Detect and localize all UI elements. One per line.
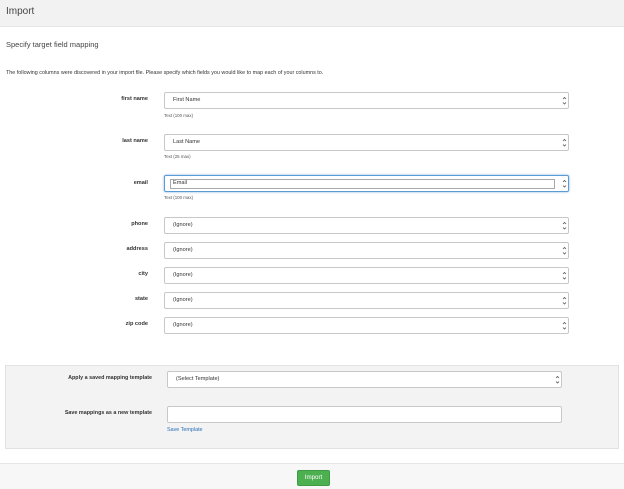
selected-value: (Ignore)	[173, 222, 193, 228]
selected-value: (Ignore)	[173, 297, 193, 303]
field-label-last-name: last name	[122, 138, 148, 144]
chevron-down-icon	[561, 319, 567, 332]
page-title: Import	[6, 6, 35, 17]
field-hint-email: Text (100 max)	[164, 195, 194, 200]
chevron-down-icon	[561, 94, 567, 107]
chevron-down-icon	[561, 269, 567, 282]
selected-value: Last Name	[173, 139, 201, 145]
field-label-state: state	[134, 296, 148, 302]
select-inner-box	[170, 179, 555, 189]
selected-value: (Ignore)	[173, 322, 193, 328]
chevron-down-icon	[561, 244, 567, 257]
chevron-down-icon	[561, 136, 567, 149]
chevron-down-icon	[561, 294, 567, 307]
field-label-email: email	[133, 180, 148, 186]
chevron-down-icon	[561, 177, 567, 190]
selected-value: Email	[173, 180, 187, 186]
selected-value: (Ignore)	[173, 272, 193, 278]
mapping-select-email[interactable]: Email	[164, 175, 569, 192]
field-label-first-name: first name	[121, 96, 148, 102]
save-template-link[interactable]: Save Template	[167, 427, 203, 433]
selected-value: (Ignore)	[173, 247, 193, 253]
field-label-address: address	[126, 246, 148, 252]
mapping-select-city[interactable]: (Ignore)	[164, 267, 569, 284]
page-header: Import	[0, 0, 624, 27]
import-button[interactable]: Import	[297, 470, 330, 486]
field-label-city: city	[138, 271, 148, 277]
field-hint-last-name: Text (25 max)	[164, 154, 191, 159]
mapping-select-first-name[interactable]: First Name	[164, 92, 569, 109]
mapping-select-phone[interactable]: (Ignore)	[164, 217, 569, 234]
apply-template-label: Apply a saved mapping template	[68, 375, 152, 381]
selected-value: First Name	[173, 97, 201, 103]
intro-text: The following columns were discovered in…	[6, 70, 324, 76]
chevron-down-icon	[561, 219, 567, 232]
chevron-down-icon	[554, 373, 560, 386]
field-label-phone: phone	[131, 221, 148, 227]
section-title: Specify target field mapping	[6, 40, 99, 49]
template-select[interactable]: (Select Template)	[167, 371, 562, 388]
selected-value: (Select Template)	[176, 376, 220, 382]
field-label-zip-code: zip code	[125, 321, 148, 327]
mapping-select-zip-code[interactable]: (Ignore)	[164, 317, 569, 334]
mapping-select-last-name[interactable]: Last Name	[164, 134, 569, 151]
template-name-input[interactable]	[167, 406, 562, 423]
mapping-select-address[interactable]: (Ignore)	[164, 242, 569, 259]
field-hint-first-name: Text (100 max)	[164, 113, 194, 118]
mapping-select-state[interactable]: (Ignore)	[164, 292, 569, 309]
save-template-label: Save mappings as a new template	[64, 410, 152, 416]
